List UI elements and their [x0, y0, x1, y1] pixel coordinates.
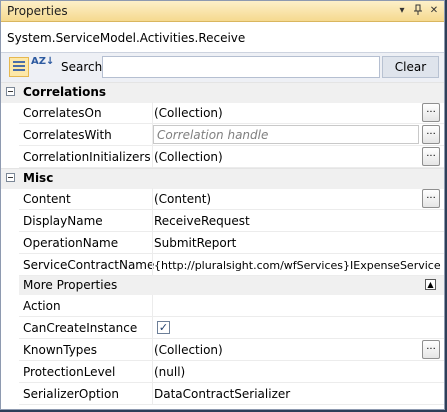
more-properties-header[interactable]: More Properties ▲ [19, 276, 444, 295]
property-name: DisplayName [23, 214, 103, 228]
input-placeholder: Correlation handle [157, 128, 269, 142]
category-label: Misc [23, 171, 54, 185]
property-row-correlationinitializers[interactable]: CorrelationInitializers (Collection) ... [19, 146, 444, 168]
property-name: ProtectionLevel [23, 365, 116, 379]
property-name: Action [23, 299, 61, 313]
clear-button[interactable]: Clear [382, 56, 439, 78]
window-title: Properties [7, 4, 68, 18]
property-value[interactable]: (Collection) [154, 106, 223, 120]
property-value[interactable]: SubmitReport [154, 236, 236, 250]
property-row-operationname[interactable]: OperationName SubmitReport [19, 232, 444, 254]
property-row-protectionlevel[interactable]: ProtectionLevel (null) [19, 361, 444, 383]
property-name: CorrelatesOn [23, 106, 102, 120]
correlation-handle-input[interactable]: Correlation handle [153, 125, 419, 144]
more-properties-label: More Properties [23, 278, 118, 292]
ellipsis-button[interactable]: ... [422, 103, 440, 122]
property-name: SerializerOption [23, 387, 119, 401]
collapse-up-icon[interactable]: ▲ [425, 279, 436, 290]
property-value[interactable]: DataContractSerializer [154, 387, 290, 401]
property-row-cancreateinstance[interactable]: CanCreateInstance ✓ [19, 317, 444, 339]
search-label: Search: [61, 60, 107, 74]
property-row-action[interactable]: Action [19, 295, 444, 317]
category-header-misc[interactable]: Misc [1, 168, 444, 189]
property-value[interactable]: (Collection) [154, 150, 223, 164]
properties-window: Properties ▾ ✕ System.ServiceModel.Activ… [0, 0, 445, 410]
property-row-displayname[interactable]: DisplayName ReceiveRequest [19, 210, 444, 232]
ellipsis-button[interactable]: ... [422, 340, 440, 359]
property-name: CorrelationInitializers [23, 150, 151, 164]
ellipsis-button[interactable]: ... [422, 147, 440, 166]
property-row-serializeroption[interactable]: SerializerOption DataContractSerializer [19, 383, 444, 405]
property-row-correlateson[interactable]: CorrelatesOn (Collection) ... [19, 102, 444, 124]
property-name: CanCreateInstance [23, 321, 138, 335]
collapse-toggle-icon[interactable] [6, 173, 15, 182]
toolbar: AZ↓ Search: Clear [1, 52, 444, 83]
property-name: Content [23, 192, 71, 206]
alphabetical-sort-glyph: AZ↓ [31, 56, 55, 67]
categorized-icon[interactable] [9, 57, 29, 77]
ellipsis-button[interactable]: ... [422, 189, 440, 208]
selected-type-line: System.ServiceModel.Activities.Receive [1, 22, 444, 52]
property-name: OperationName [23, 236, 119, 250]
property-row-knowntypes[interactable]: KnownTypes (Collection) ... [19, 339, 444, 361]
property-value[interactable]: (Content) [154, 192, 211, 206]
property-row-servicecontractname[interactable]: ServiceContractName {http://pluralsight.… [19, 254, 444, 276]
property-row-correlateswith[interactable]: CorrelatesWith Correlation handle ... [19, 124, 444, 146]
alphabetical-sort-icon[interactable]: AZ↓ [31, 56, 55, 77]
ellipsis-button[interactable]: ... [422, 125, 440, 144]
category-label: Correlations [23, 85, 107, 99]
selected-type-name: System.ServiceModel.Activities.Receive [7, 31, 246, 45]
property-value[interactable]: (null) [154, 365, 185, 379]
can-create-instance-checkbox[interactable]: ✓ [157, 321, 170, 334]
collapse-toggle-icon[interactable] [6, 87, 15, 96]
property-value[interactable]: {http://pluralsight.com/wfServices}IExpe… [154, 259, 441, 272]
close-icon[interactable]: ✕ [428, 4, 440, 17]
title-bar[interactable]: Properties ▾ ✕ [1, 1, 444, 22]
category-header-correlations[interactable]: Correlations [1, 82, 444, 103]
pin-icon[interactable] [412, 4, 424, 17]
property-value[interactable]: ReceiveRequest [154, 214, 250, 228]
property-name: ServiceContractName [23, 258, 155, 272]
property-name: CorrelatesWith [23, 128, 112, 142]
property-grid: Correlations CorrelatesOn (Collection) .… [1, 82, 444, 408]
property-value[interactable]: (Collection) [154, 343, 223, 357]
search-input[interactable] [102, 56, 380, 78]
dropdown-icon[interactable]: ▾ [396, 4, 408, 17]
property-name: KnownTypes [23, 343, 98, 357]
property-row-content[interactable]: Content (Content) ... [19, 188, 444, 210]
